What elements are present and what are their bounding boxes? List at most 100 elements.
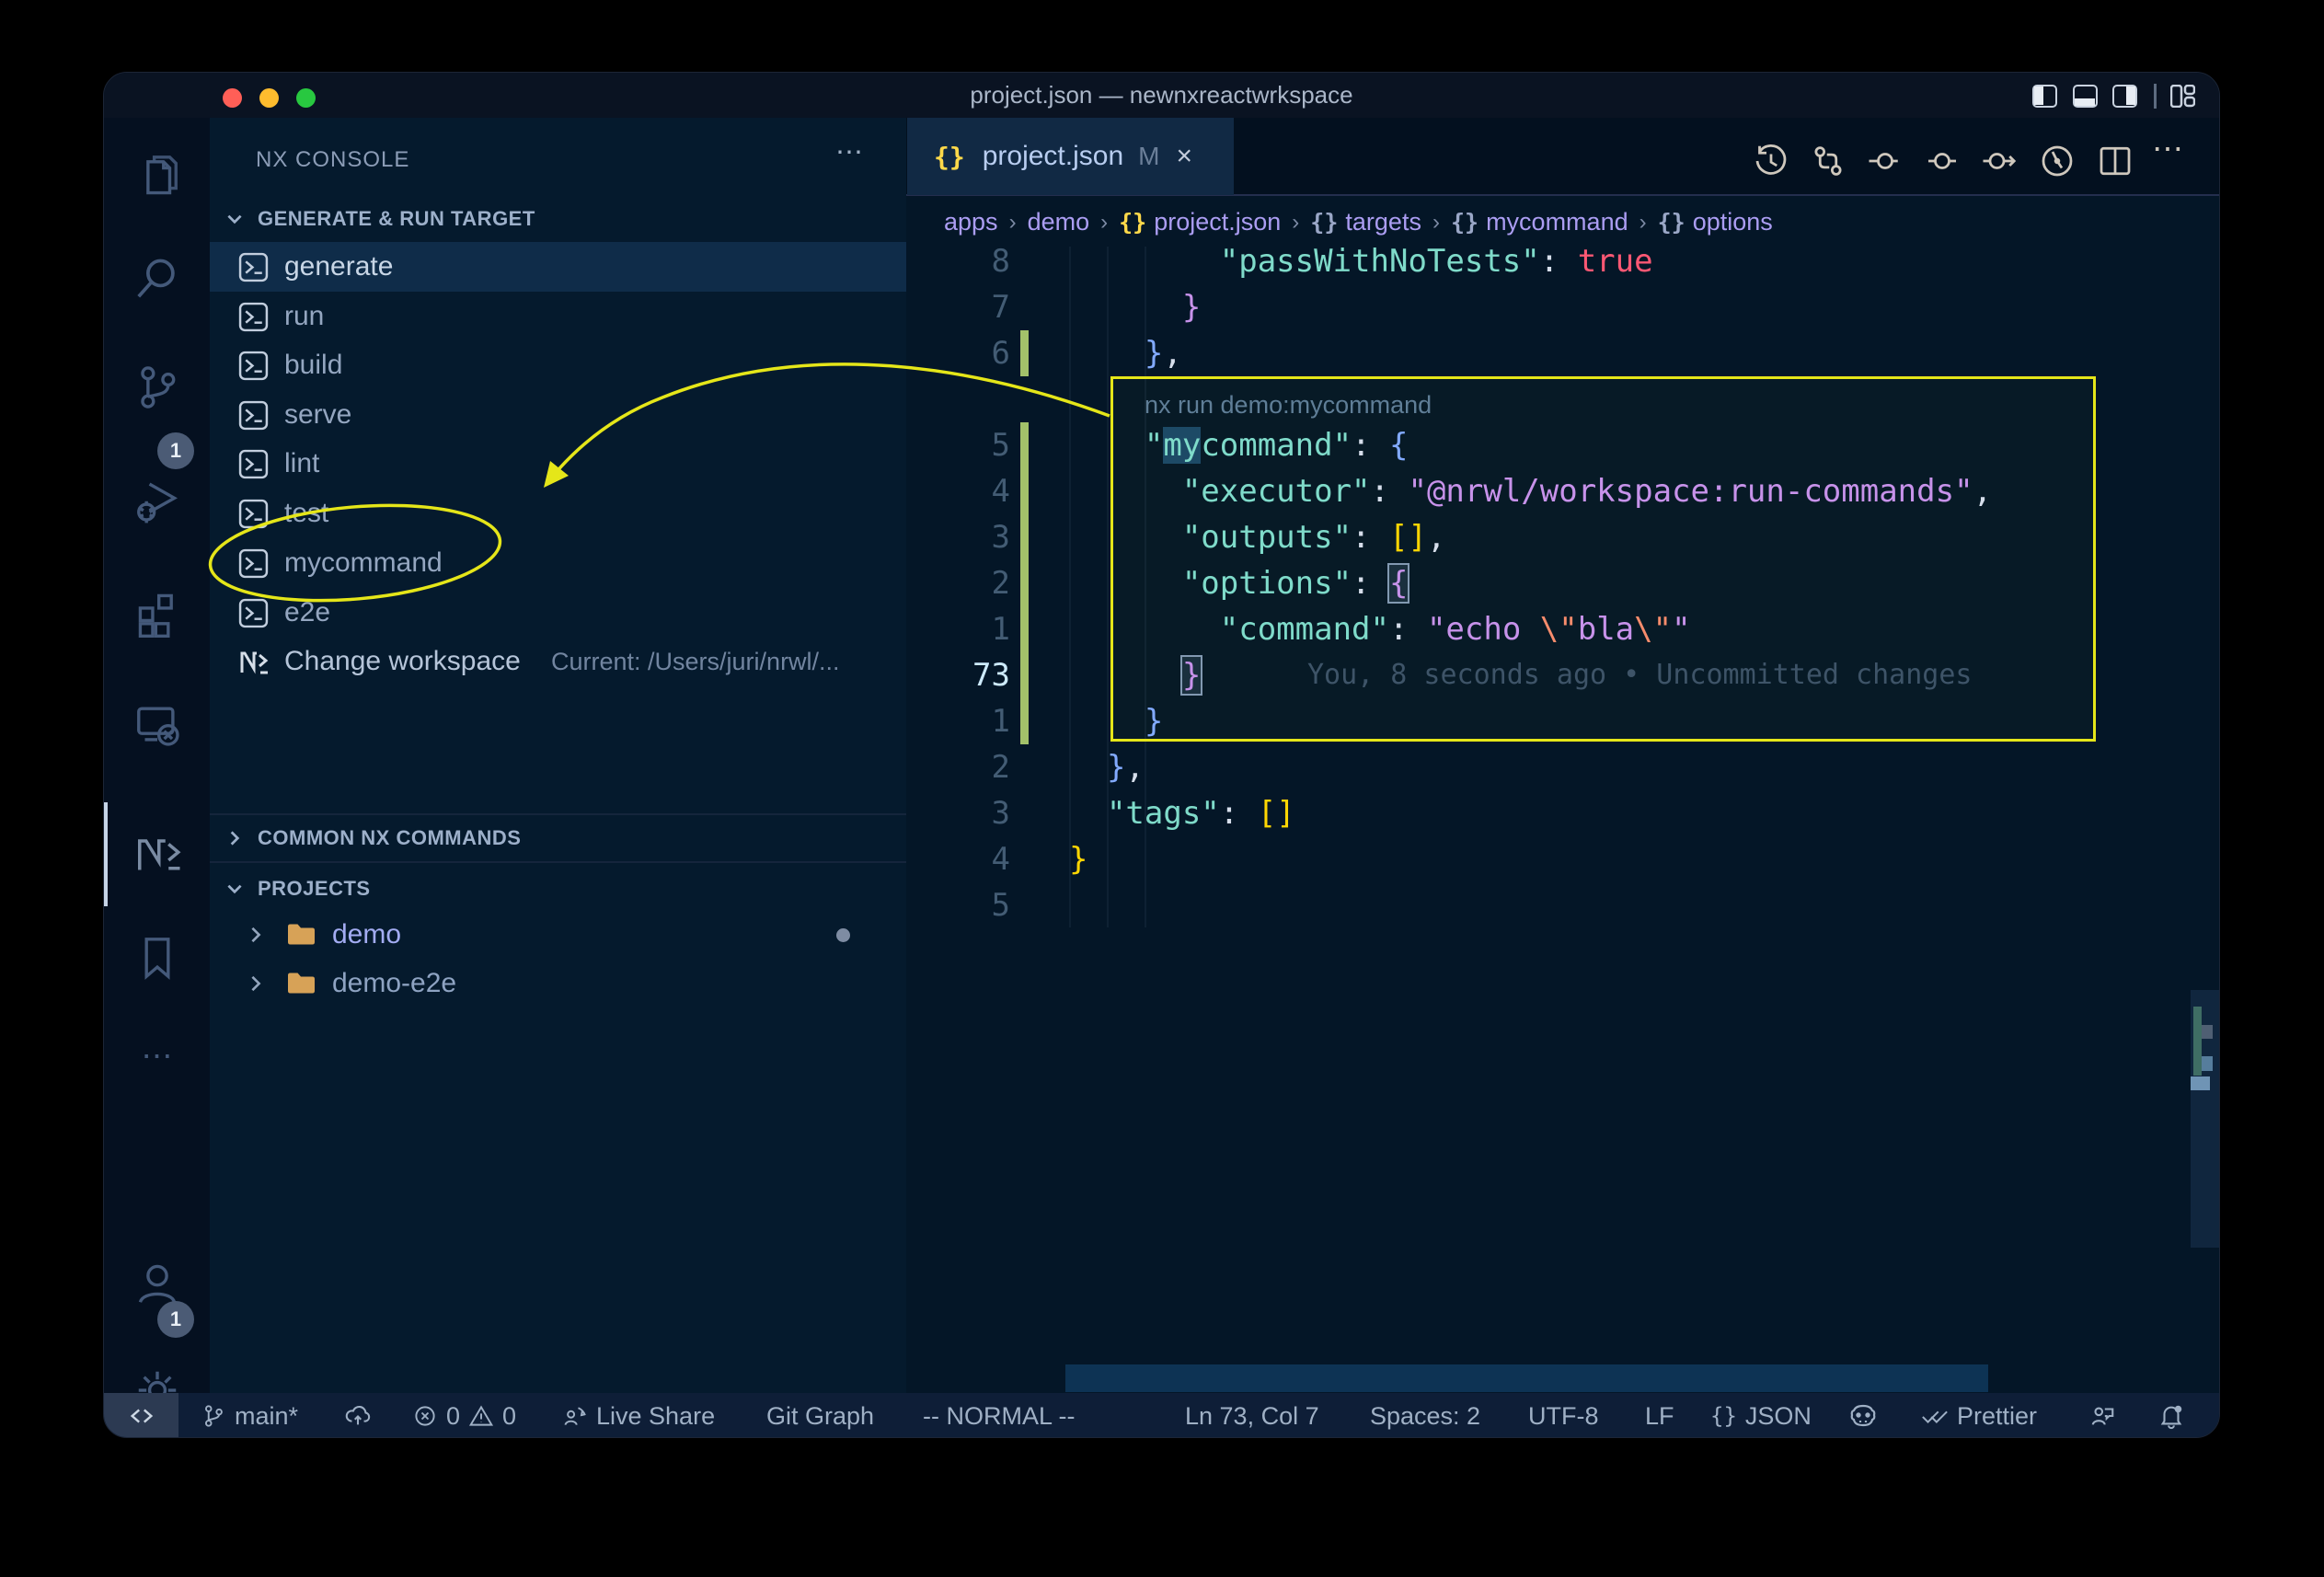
target-mycommand[interactable]: mycommand [210,538,906,588]
terminal-icon [238,449,269,479]
editor-tab-bar: {} project.json M × ⋯ [906,118,2220,196]
cursor-position[interactable]: Ln 73, Col 7 [1185,1393,1319,1438]
git-graph-button[interactable]: Git Graph [766,1393,874,1438]
extensions-icon[interactable] [104,588,210,638]
code-line: 4} [906,836,2220,882]
remote-explorer-icon[interactable] [104,699,210,749]
feedback-icon[interactable] [2088,1393,2116,1438]
code-line: 5 [906,882,2220,928]
toggle-panel-icon[interactable] [2073,85,2098,108]
overview-ruler-mark [2202,1025,2213,1039]
change-workspace[interactable]: Change workspace Current: /Users/juri/nr… [210,637,906,686]
language-mode[interactable]: {}JSON [1710,1393,1812,1438]
tab-project-json[interactable]: {} project.json M × [907,118,1234,195]
section-divider [210,813,906,815]
error-icon [412,1403,438,1429]
vim-mode-indicator: -- NORMAL -- [923,1393,1075,1438]
tab-label: project.json [983,141,1123,172]
editor-layout-icon[interactable] [2170,85,2195,108]
codelens-run-command: nx run demo:mycommand [1145,382,1432,428]
code-line: 7 } [906,284,2220,330]
section-label: GENERATE & RUN TARGET [258,207,535,231]
code-line: 6 }, [906,330,2220,376]
encoding-status[interactable]: UTF-8 [1528,1393,1599,1438]
overview-ruler-mark [2193,1007,2202,1076]
breadcrumb-mycommand[interactable]: mycommand [1486,208,1628,236]
problems-status[interactable]: 0 0 [412,1393,516,1438]
nx-console-icon[interactable] [104,828,210,880]
json-file-icon: {} [1119,209,1146,236]
run-debug-icon[interactable] [104,475,210,524]
more-views-icon[interactable]: ⋯ [104,1038,210,1075]
next-change-icon[interactable] [1981,143,2018,179]
target-e2e[interactable]: e2e [210,588,906,638]
section-label: COMMON NX COMMANDS [258,826,521,850]
formatter-status[interactable]: Prettier [1921,1393,2037,1438]
breadcrumb-options[interactable]: options [1693,208,1773,236]
copilot-status-icon[interactable] [1848,1393,1878,1438]
remote-indicator[interactable] [104,1393,178,1438]
target-label: lint [284,439,319,489]
prev-change-icon[interactable] [1867,143,1904,179]
code-editor[interactable]: 8 "passWithNoTests": true 7 } 6 }, nx ru… [906,247,2220,1393]
section-generate-run-target[interactable]: GENERATE & RUN TARGET [210,199,906,239]
target-build[interactable]: build [210,340,906,390]
project-label: demo-e2e [332,959,456,1008]
git-compare-icon[interactable] [1810,143,1847,179]
breadcrumb-targets[interactable]: targets [1345,208,1421,236]
tab-modified-indicator: M [1138,142,1159,171]
json-symbol-icon: {} [1451,209,1478,236]
project-demo-e2e[interactable]: demo-e2e [210,959,906,1008]
target-run[interactable]: run [210,292,906,341]
target-lint[interactable]: lint [210,439,906,489]
breadcrumb-project-json[interactable]: project.json [1154,208,1281,236]
sidebar-more-actions-icon[interactable]: ⋯ [835,136,865,168]
notifications-bell-icon[interactable] [2157,1393,2185,1438]
target-generate[interactable]: generate [210,242,906,292]
sidebar-title: NX CONSOLE [256,147,409,173]
title-bar: project.json — newnxreactwrkspace [104,73,2219,118]
codelens-line[interactable]: nx run demo:mycommand [906,376,2220,422]
source-control-icon[interactable] [104,363,210,412]
bookmarks-icon[interactable] [104,933,210,983]
horizontal-scrollbar[interactable] [1065,1364,1988,1392]
editor-more-actions-icon[interactable]: ⋯ [2152,131,2183,167]
project-demo[interactable]: demo [210,910,906,960]
terminal-icon [238,252,269,282]
breadcrumb-apps[interactable]: apps [944,208,998,236]
explorer-icon[interactable] [104,151,210,201]
terminal-icon [238,598,269,628]
chevron-right-icon [224,828,245,848]
json-file-icon: {} [934,142,965,172]
git-branch-status[interactable]: main* [201,1393,298,1438]
indentation-status[interactable]: Spaces: 2 [1370,1393,1480,1438]
code-line: 3 "tags": [] [906,790,2220,836]
accounts-icon[interactable] [104,1259,210,1308]
section-projects[interactable]: PROJECTS [210,869,906,909]
live-share-button[interactable]: Live Share [562,1393,715,1438]
code-line: 2 "options": { [906,560,2220,606]
cur-change-icon[interactable] [1924,143,1961,179]
open-timeline-icon[interactable] [2039,143,2076,179]
tab-close-icon[interactable]: × [1176,141,1192,172]
sync-changes-button[interactable] [344,1393,372,1438]
timeline-history-icon[interactable] [1753,143,1789,179]
eol-status[interactable]: LF [1645,1393,1674,1438]
target-label: serve [284,390,351,440]
code-line: 1 "command": "echo \"bla\"" [906,606,2220,652]
branch-icon [201,1403,226,1429]
target-test[interactable]: test [210,489,906,538]
source-control-badge: 1 [157,432,194,469]
terminal-icon [238,548,269,579]
target-serve[interactable]: serve [210,390,906,440]
section-common-nx-commands[interactable]: COMMON NX COMMANDS [210,818,906,858]
folder-icon [286,921,316,947]
split-editor-icon[interactable] [2097,143,2134,179]
toggle-sidebar-right-icon[interactable] [2112,85,2137,108]
search-icon[interactable] [104,253,210,303]
breadcrumb-demo[interactable]: demo [1028,208,1090,236]
target-label: test [284,489,328,538]
toggle-sidebar-left-icon[interactable] [2032,85,2057,108]
live-share-icon [562,1403,588,1429]
chevron-down-icon [224,209,245,229]
